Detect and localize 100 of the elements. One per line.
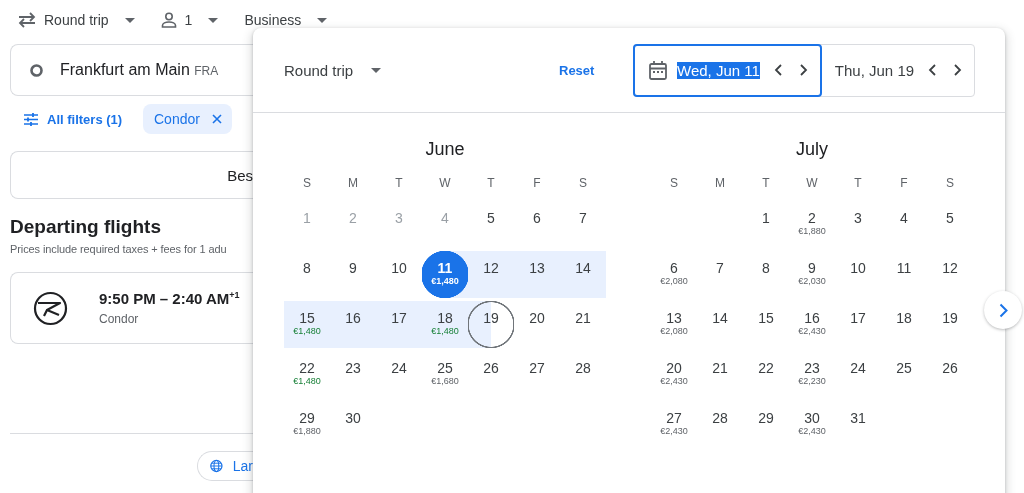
weekday-label: M [347,175,359,191]
close-icon[interactable] [211,114,222,124]
calendar-day[interactable]: 5 [468,201,514,248]
calendar-day[interactable]: 27 €2,430 [651,401,697,448]
calendar-day[interactable]: 9 [330,251,376,298]
calendar-day[interactable]: 15 €1,480 [284,301,330,348]
globe-icon [210,458,223,474]
weekday-label: M [714,175,726,191]
sort-tab[interactable]: Bes [10,151,253,199]
calendar-day[interactable]: 31 [835,401,881,448]
calendar-day[interactable]: 5 [927,201,973,248]
calendar-day[interactable]: 25 [881,351,927,398]
calendar-day[interactable]: 22 [743,351,789,398]
chevron-right-icon [998,302,1008,318]
calendar-day[interactable]: 11 [881,251,927,298]
calendar-day[interactable]: 4 [881,201,927,248]
calendar-day[interactable]: 8 [743,251,789,298]
calendar-day[interactable]: 18 [881,301,927,348]
calendar-day[interactable]: 17 [376,301,422,348]
calendar-day[interactable]: 28 [560,351,606,398]
calendar-day[interactable]: 14 [697,301,743,348]
all-filters-button[interactable]: All filters (1) [10,111,143,127]
calendar-day[interactable]: 10 [376,251,422,298]
calendar-day[interactable]: 9 €2,030 [789,251,835,298]
airline-name: Condor [99,312,140,326]
origin-circle-icon [30,63,43,77]
calendar-day[interactable]: 2 €1,880 [789,201,835,248]
weekday-label: S [669,175,679,191]
calendar-day[interactable]: 3 [835,201,881,248]
calendar-day[interactable]: 15 [743,301,789,348]
calendar-day[interactable]: 19 [468,301,514,348]
calendar-day[interactable]: 14 [560,251,606,298]
cabin-class-dropdown[interactable]: Business [244,12,328,28]
trip-type-dropdown[interactable]: Round trip [18,12,135,28]
airline-logo-icon [33,290,68,326]
calendar-day[interactable]: 12 [468,251,514,298]
calendar-day[interactable]: 25 €1,680 [422,351,468,398]
month-title: July [795,138,829,161]
flight-times: 9:50 PM – 2:40 AM$^{+1}$ [99,290,240,307]
calendar-day[interactable]: 10 [835,251,881,298]
weekday-label: T [394,175,404,191]
calendar-day[interactable]: 30 [330,401,376,448]
calendar-day[interactable]: 7 [560,201,606,248]
weekday-label: S [302,175,312,191]
calendar-day[interactable]: 13 €2,080 [651,301,697,348]
calendar-day[interactable]: 30 €2,430 [789,401,835,448]
calendar-day[interactable]: 29 [743,401,789,448]
calendar-day[interactable]: 19 [927,301,973,348]
origin-field[interactable]: Frankfurt am Main FRA [10,44,253,96]
section-heading: Departing flights [10,216,162,238]
calendar-day[interactable]: 6 [514,201,560,248]
weekday-label: W [438,175,452,191]
calendar-day[interactable]: 21 [560,301,606,348]
calendar-day[interactable]: 24 [835,351,881,398]
calendar-day[interactable]: 21 [697,351,743,398]
weekday-label: T [853,175,863,191]
calendar-day[interactable]: 24 [376,351,422,398]
month-title: June [424,138,466,161]
calendar-day[interactable]: 16 €2,430 [789,301,835,348]
caret-icon [371,67,382,73]
trip-type-dropdown[interactable]: Round trip [284,61,559,79]
weekday-label: F [899,175,909,191]
calendar-day[interactable]: 20 [514,301,560,348]
calendar-day[interactable]: 23 [330,351,376,398]
weekday-label: T [486,175,496,191]
passengers-dropdown[interactable]: 1 [160,12,219,28]
calendar-day[interactable]: 12 [927,251,973,298]
swap-arrows-icon [18,12,36,28]
weekday-label: S [578,175,588,191]
calendar-day[interactable]: 26 [468,351,514,398]
weekday-label: F [532,175,542,191]
calendar-day[interactable]: 26 [927,351,973,398]
origin-value: Frankfurt am Main FRA [60,61,219,79]
price-note: Prices include required taxes + fees for 1 adu [10,243,228,255]
calendar-day[interactable]: 18 €1,480 [422,301,468,348]
filter-sliders-icon [24,112,38,126]
calendar-day[interactable]: 28 [697,401,743,448]
calendar-day[interactable]: 27 [514,351,560,398]
weekday-label: S [945,175,955,191]
calendar-day[interactable]: 23 €2,230 [789,351,835,398]
caret-icon [208,17,219,23]
calendar-day[interactable]: 1 [743,201,789,248]
calendar-day[interactable]: 22 €1,480 [284,351,330,398]
next-month-button[interactable] [984,291,1022,329]
calendar-day[interactable]: 7 [697,251,743,298]
calendar-day[interactable]: 17 [835,301,881,348]
person-icon [160,12,177,28]
calendar-day[interactable]: 8 [284,251,330,298]
calendar-day[interactable]: 29 €1,880 [284,401,330,448]
calendar-day[interactable]: 13 [514,251,560,298]
weekday-label: W [805,175,819,191]
filter-chip[interactable]: Condor [143,104,232,134]
reset-button[interactable]: Reset [559,62,633,78]
calendar-day[interactable]: 16 [330,301,376,348]
calendar-day[interactable]: 20 €2,430 [651,351,697,398]
flight-card[interactable]: 9:50 PM – 2:40 AM$^{+1}$ Condor [10,272,253,344]
calendar-day[interactable]: 6 €2,080 [651,251,697,298]
calendar-day[interactable]: 11 €1,480 [422,251,468,298]
caret-icon [124,17,135,23]
language-button[interactable]: Lar [197,451,253,481]
